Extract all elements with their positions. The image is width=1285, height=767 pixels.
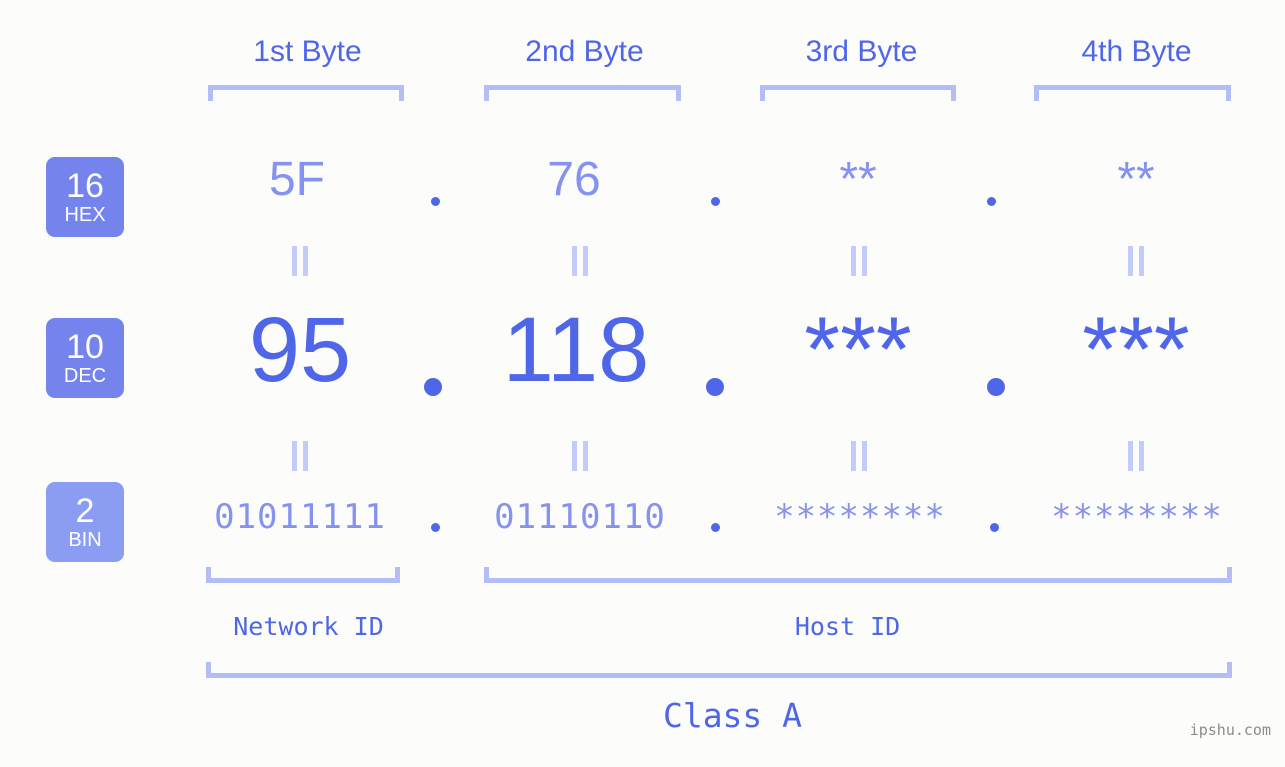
byte-header-3: 3rd Byte	[805, 35, 918, 68]
bin-byte-2: 01110110	[494, 497, 666, 537]
hex-byte-3: **	[839, 153, 877, 206]
base-badge-bin-number: 2	[75, 491, 95, 530]
class-label: Class A	[662, 696, 803, 735]
byte-bracket-top-2	[484, 85, 681, 101]
bin-byte-3: ********	[774, 497, 946, 537]
byte-bracket-top-4	[1034, 85, 1231, 101]
ip-address-breakdown-diagram: 1st Byte 2nd Byte 3rd Byte 4th Byte 16 H…	[0, 0, 1285, 767]
hex-separator-dot-1	[431, 197, 440, 206]
bin-separator-dot-3	[990, 523, 999, 532]
byte-header-1: 1st Byte	[253, 35, 362, 68]
dec-separator-dot-1	[424, 378, 442, 396]
bin-separator-dot-2	[711, 523, 720, 532]
hex-separator-dot-2	[711, 197, 720, 206]
equals-connector-dec-bin-4	[1127, 441, 1145, 471]
equals-connector-hex-dec-2	[571, 246, 589, 276]
base-badge-bin-name: BIN	[68, 528, 102, 551]
dec-byte-3: ***	[804, 299, 912, 401]
equals-connector-dec-bin-2	[571, 441, 589, 471]
dec-byte-2: 118	[502, 299, 650, 401]
host-id-label: Host ID	[794, 612, 901, 641]
base-badge-dec-number: 10	[66, 327, 104, 366]
byte-header-4: 4th Byte	[1081, 35, 1192, 68]
class-bracket	[206, 662, 1232, 678]
equals-connector-hex-dec-4	[1127, 246, 1145, 276]
hex-byte-2: 76	[547, 153, 601, 206]
bin-byte-4: ********	[1051, 497, 1223, 537]
bin-byte-1: 01011111	[214, 497, 386, 537]
bin-separator-dot-1	[431, 523, 440, 532]
hex-byte-4: **	[1117, 153, 1155, 206]
byte-bracket-top-3	[760, 85, 956, 101]
base-badge-hex-name: HEX	[64, 203, 106, 226]
base-badge-dec: 10 DEC	[46, 318, 124, 398]
dec-byte-4: ***	[1082, 299, 1190, 401]
byte-bracket-top-1	[208, 85, 404, 101]
base-badge-hex: 16 HEX	[46, 157, 124, 237]
equals-connector-dec-bin-3	[850, 441, 868, 471]
equals-connector-dec-bin-1	[291, 441, 309, 471]
site-watermark: ipshu.com	[1189, 721, 1271, 739]
dec-separator-dot-2	[706, 378, 724, 396]
host-id-bracket	[484, 567, 1232, 583]
dec-separator-dot-3	[987, 378, 1005, 396]
hex-byte-1: 5F	[268, 153, 325, 206]
base-badge-bin: 2 BIN	[46, 482, 124, 562]
network-id-label: Network ID	[233, 612, 384, 641]
hex-separator-dot-3	[987, 197, 996, 206]
byte-header-2: 2nd Byte	[525, 35, 644, 68]
equals-connector-hex-dec-3	[850, 246, 868, 276]
equals-connector-hex-dec-1	[291, 246, 309, 276]
network-id-bracket	[206, 567, 400, 583]
dec-byte-1: 95	[248, 299, 352, 401]
base-badge-dec-name: DEC	[63, 364, 107, 387]
base-badge-hex-number: 16	[66, 166, 104, 205]
